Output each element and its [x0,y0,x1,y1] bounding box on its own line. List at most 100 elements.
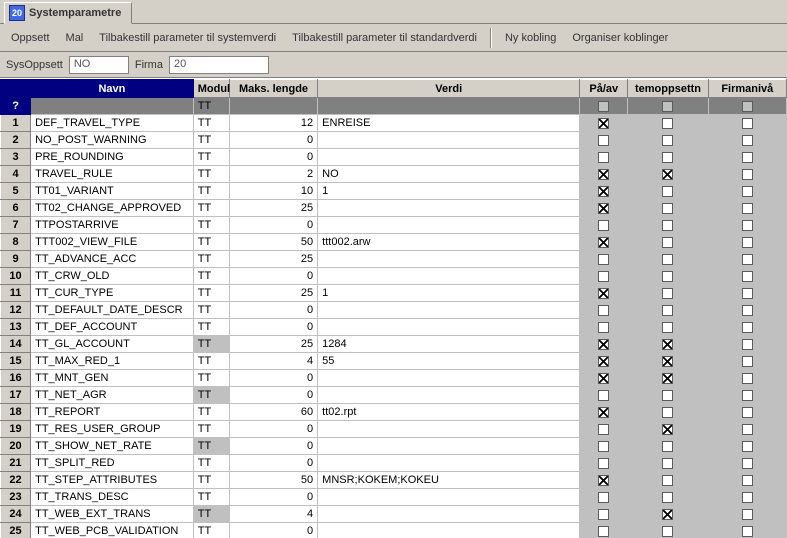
cell-firma[interactable] [708,421,786,438]
table-row[interactable]: 17TT_NET_AGRTT0 [1,387,787,404]
cell-maks[interactable]: 10 [229,183,317,200]
checkbox-icon[interactable] [598,169,609,180]
cell-temopp[interactable] [628,421,708,438]
checkbox-icon[interactable] [742,169,753,180]
cell-modul[interactable]: TT [193,506,229,523]
cell-firma[interactable] [708,489,786,506]
cell-temopp[interactable] [628,200,708,217]
checkbox-icon[interactable] [742,101,753,112]
cell-modul[interactable]: TT [193,404,229,421]
cell-verdi[interactable]: NO [318,166,580,183]
cell-name[interactable]: PRE_ROUNDING [31,149,194,166]
row-number[interactable]: 7 [1,217,31,234]
cell-verdi[interactable]: ttt002.arw [318,234,580,251]
row-number[interactable]: 21 [1,455,31,472]
cell-maks[interactable]: 2 [229,166,317,183]
cell-modul[interactable]: TT [193,115,229,132]
cell-modul[interactable]: TT [193,387,229,404]
header-navn[interactable]: Navn [31,80,194,98]
cell-maks[interactable]: 12 [229,115,317,132]
checkbox-icon[interactable] [598,118,609,129]
cell-paav[interactable] [580,387,628,404]
firma-field[interactable]: 20 [169,56,269,74]
cell-paav[interactable] [580,217,628,234]
checkbox-icon[interactable] [742,254,753,265]
cell-verdi[interactable]: MNSR;KOKEM;KOKEU [318,472,580,489]
cell-maks[interactable]: 25 [229,200,317,217]
cell-paav[interactable] [580,132,628,149]
cell-name[interactable]: DEF_TRAVEL_TYPE [31,115,194,132]
row-number[interactable]: 22 [1,472,31,489]
cell-verdi[interactable] [318,268,580,285]
toolbar-ny-kobling[interactable]: Ny kobling [498,28,563,48]
cell-modul[interactable]: TT [193,200,229,217]
cell-verdi[interactable]: 1 [318,183,580,200]
table-row[interactable]: 24TT_WEB_EXT_TRANSTT4 [1,506,787,523]
cell-temopp[interactable] [628,217,708,234]
table-row[interactable]: 5TT01_VARIANTTT101 [1,183,787,200]
row-number[interactable]: 23 [1,489,31,506]
cell-firma[interactable] [708,523,786,538]
cell-paav[interactable] [580,370,628,387]
table-row[interactable]: 18TT_REPORTTT60tt02.rpt [1,404,787,421]
cell-firma[interactable] [708,149,786,166]
cell-paav[interactable] [580,166,628,183]
checkbox-icon[interactable] [598,407,609,418]
cell-paav[interactable] [580,438,628,455]
table-row[interactable]: 23TT_TRANS_DESCTT0 [1,489,787,506]
cell-modul[interactable]: TT [193,438,229,455]
cell-firma[interactable] [708,183,786,200]
checkbox-icon[interactable] [742,322,753,333]
cell-name[interactable]: TTT002_VIEW_FILE [31,234,194,251]
checkbox-icon[interactable] [742,203,753,214]
row-number[interactable]: 4 [1,166,31,183]
checkbox-icon[interactable] [742,373,753,384]
cell-name[interactable]: TT_REPORT [31,404,194,421]
cell-verdi[interactable]: 55 [318,353,580,370]
checkbox-icon[interactable] [662,186,673,197]
cell-verdi[interactable] [318,98,580,115]
cell-name[interactable]: TT_WEB_PCB_VALIDATION [31,523,194,538]
cell-name[interactable]: TTPOSTARRIVE [31,217,194,234]
row-number[interactable]: 13 [1,319,31,336]
checkbox-icon[interactable] [662,373,673,384]
cell-firma[interactable] [708,455,786,472]
cell-name[interactable]: TT_GL_ACCOUNT [31,336,194,353]
cell-temopp[interactable] [628,234,708,251]
checkbox-icon[interactable] [662,254,673,265]
cell-temopp[interactable] [628,115,708,132]
cell-name[interactable]: TT01_VARIANT [31,183,194,200]
checkbox-icon[interactable] [742,271,753,282]
cell-modul[interactable]: TT [193,166,229,183]
cell-paav[interactable] [580,234,628,251]
cell-firma[interactable] [708,217,786,234]
table-row[interactable]: 13TT_DEF_ACCOUNTTT0 [1,319,787,336]
row-number[interactable]: 17 [1,387,31,404]
header-rownum[interactable] [1,80,31,98]
cell-paav[interactable] [580,268,628,285]
checkbox-icon[interactable] [662,526,673,537]
row-number[interactable]: 9 [1,251,31,268]
cell-temopp[interactable] [628,438,708,455]
checkbox-icon[interactable] [598,339,609,350]
cell-paav[interactable] [580,149,628,166]
cell-name[interactable]: TRAVEL_RULE [31,166,194,183]
checkbox-icon[interactable] [742,407,753,418]
cell-verdi[interactable] [318,149,580,166]
cell-temopp[interactable] [628,387,708,404]
checkbox-icon[interactable] [598,492,609,503]
checkbox-icon[interactable] [662,458,673,469]
cell-modul[interactable]: TT [193,302,229,319]
cell-firma[interactable] [708,268,786,285]
cell-modul[interactable]: TT [193,285,229,302]
checkbox-icon[interactable] [662,390,673,401]
checkbox-icon[interactable] [742,152,753,163]
cell-temopp[interactable] [628,404,708,421]
row-number[interactable]: 12 [1,302,31,319]
row-number[interactable]: 1 [1,115,31,132]
checkbox-icon[interactable] [742,441,753,452]
table-row[interactable]: 21TT_SPLIT_REDTT0 [1,455,787,472]
checkbox-icon[interactable] [598,101,609,112]
checkbox-icon[interactable] [662,288,673,299]
cell-maks[interactable]: 0 [229,319,317,336]
